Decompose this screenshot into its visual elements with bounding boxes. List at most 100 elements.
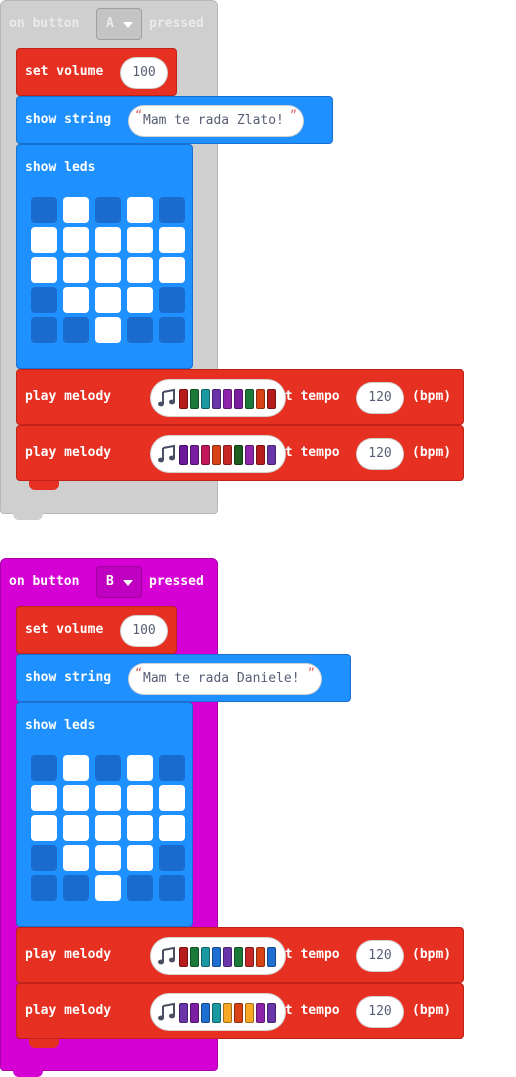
tempo-input[interactable]: 120	[356, 996, 404, 1028]
show-string-block[interactable]: show string “Mam te rada Daniele! ”	[16, 654, 351, 711]
led-grid	[31, 755, 187, 911]
led-r3-c4-off[interactable]	[159, 287, 185, 313]
melody-note-swatch	[201, 445, 210, 465]
bpm-label: (bpm)	[412, 1003, 452, 1018]
led-r1-c4-on[interactable]	[159, 785, 185, 811]
led-r2-c4-on[interactable]	[159, 257, 185, 283]
melody-note-swatch	[256, 445, 265, 465]
led-r1-c3-on[interactable]	[127, 785, 153, 811]
led-r1-c2-on[interactable]	[95, 785, 121, 811]
melody-note-swatch	[190, 389, 199, 409]
melody-editor-field[interactable]	[150, 379, 286, 417]
led-r0-c1-on[interactable]	[63, 197, 89, 223]
led-r3-c3-on[interactable]	[127, 845, 153, 871]
led-r2-c2-on[interactable]	[95, 815, 121, 841]
led-r2-c1-on[interactable]	[63, 257, 89, 283]
show-leds-block[interactable]: show leds	[16, 144, 193, 378]
led-r2-c3-on[interactable]	[127, 815, 153, 841]
play-melody-block[interactable]: play melody at tempo 120 (bpm)	[16, 927, 464, 992]
string-value: Mam te rada Daniele!	[143, 671, 300, 686]
led-r0-c2-off[interactable]	[95, 197, 121, 223]
led-r0-c4-off[interactable]	[159, 197, 185, 223]
show-string-block[interactable]: show string “Mam te rada Zlato! ”	[16, 96, 333, 153]
play-melody-block[interactable]: play melody at tempo 120 (bpm)	[16, 425, 464, 490]
string-input[interactable]: “Mam te rada Daniele! ”	[128, 663, 322, 695]
led-r4-c0-off[interactable]	[31, 317, 57, 343]
set-volume-block[interactable]: set volume 100	[16, 48, 177, 105]
music-note-icon	[158, 1002, 175, 1021]
led-r2-c4-on[interactable]	[159, 815, 185, 841]
music-note-icon	[158, 444, 175, 463]
set-volume-block[interactable]: set volume 100	[16, 606, 177, 663]
led-r2-c2-on[interactable]	[95, 257, 121, 283]
led-r3-c2-on[interactable]	[95, 287, 121, 313]
at-tempo-label: at tempo	[277, 445, 340, 460]
led-r4-c1-off[interactable]	[63, 317, 89, 343]
led-r3-c1-on[interactable]	[63, 287, 89, 313]
show-string-label: show string	[25, 112, 112, 127]
volume-input[interactable]: 100	[120, 57, 168, 89]
led-r4-c2-on[interactable]	[95, 875, 121, 901]
led-r2-c3-on[interactable]	[127, 257, 153, 283]
led-r1-c2-on[interactable]	[95, 227, 121, 253]
led-r0-c3-on[interactable]	[127, 197, 153, 223]
open-quote-icon: “	[135, 666, 143, 680]
led-r0-c0-off[interactable]	[31, 197, 57, 223]
led-r3-c4-off[interactable]	[159, 845, 185, 871]
led-r4-c0-off[interactable]	[31, 875, 57, 901]
led-r3-c0-off[interactable]	[31, 845, 57, 871]
led-r2-c1-on[interactable]	[63, 815, 89, 841]
led-r2-c0-on[interactable]	[31, 257, 57, 283]
led-r0-c1-on[interactable]	[63, 755, 89, 781]
on-button-label: on button	[9, 574, 80, 589]
melody-note-swatch	[234, 389, 243, 409]
play-melody-block[interactable]: play melody at tempo 120 (bpm)	[16, 983, 464, 1048]
block-connector	[29, 1039, 59, 1048]
led-r1-c0-on[interactable]	[31, 227, 57, 253]
led-r2-c0-on[interactable]	[31, 815, 57, 841]
melody-note-swatch	[212, 947, 221, 967]
led-r3-c0-off[interactable]	[31, 287, 57, 313]
string-input[interactable]: “Mam te rada Zlato! ”	[128, 105, 304, 137]
close-quote-icon: ”	[307, 666, 315, 680]
led-r1-c0-on[interactable]	[31, 785, 57, 811]
led-r3-c2-on[interactable]	[95, 845, 121, 871]
led-r4-c1-off[interactable]	[63, 875, 89, 901]
melody-editor-field[interactable]	[150, 993, 286, 1031]
melody-note-swatch	[234, 947, 243, 967]
pressed-label: pressed	[149, 574, 204, 589]
pressed-label: pressed	[149, 16, 204, 31]
led-r4-c3-off[interactable]	[127, 317, 153, 343]
led-r1-c1-on[interactable]	[63, 785, 89, 811]
show-leds-label: show leds	[25, 160, 96, 175]
show-string-label: show string	[25, 670, 112, 685]
block-connector	[13, 1068, 43, 1077]
led-r3-c1-on[interactable]	[63, 845, 89, 871]
tempo-input[interactable]: 120	[356, 438, 404, 470]
button-dropdown[interactable]: B	[96, 566, 142, 598]
play-melody-block[interactable]: play melody at tempo 120 (bpm)	[16, 369, 464, 434]
led-r0-c0-off[interactable]	[31, 755, 57, 781]
led-r4-c3-off[interactable]	[127, 875, 153, 901]
volume-input[interactable]: 100	[120, 615, 168, 647]
button-dropdown[interactable]: A	[96, 8, 142, 40]
melody-editor-field[interactable]	[150, 937, 286, 975]
led-r1-c1-on[interactable]	[63, 227, 89, 253]
melody-note-swatch	[190, 947, 199, 967]
play-melody-label: play melody	[25, 947, 112, 962]
melody-editor-field[interactable]	[150, 435, 286, 473]
led-r4-c4-off[interactable]	[159, 317, 185, 343]
show-leds-block[interactable]: show leds	[16, 702, 193, 936]
led-r1-c3-on[interactable]	[127, 227, 153, 253]
led-r4-c4-off[interactable]	[159, 875, 185, 901]
led-r0-c2-off[interactable]	[95, 755, 121, 781]
melody-note-swatch	[267, 947, 276, 967]
led-r0-c4-off[interactable]	[159, 755, 185, 781]
led-r0-c3-on[interactable]	[127, 755, 153, 781]
led-r4-c2-on[interactable]	[95, 317, 121, 343]
led-r3-c3-on[interactable]	[127, 287, 153, 313]
tempo-input[interactable]: 120	[356, 940, 404, 972]
melody-note-swatch	[201, 947, 210, 967]
tempo-input[interactable]: 120	[356, 382, 404, 414]
led-r1-c4-on[interactable]	[159, 227, 185, 253]
